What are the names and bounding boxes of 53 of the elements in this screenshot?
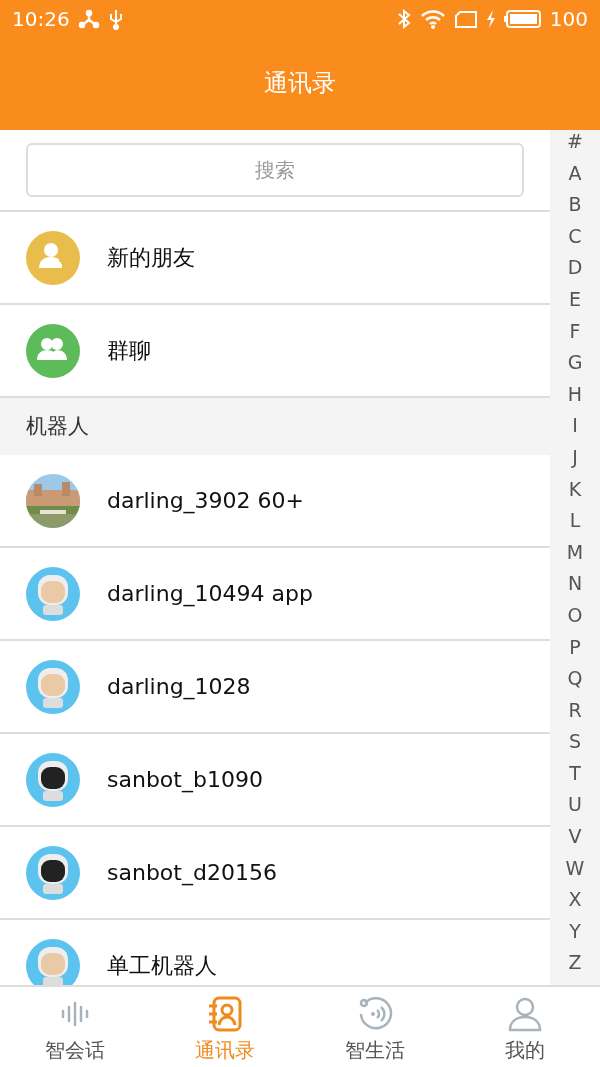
index-letter[interactable]: Z <box>568 951 582 984</box>
robot-name[interactable]: sanbot_d20156 <box>107 856 277 889</box>
battery-icon <box>503 9 542 29</box>
status-time: 10:26 <box>12 6 70 33</box>
index-letter[interactable]: F <box>569 319 581 352</box>
index-letter[interactable]: G <box>567 351 583 383</box>
page-title: 通讯录 <box>264 69 336 97</box>
index-letter[interactable]: V <box>568 825 582 857</box>
new-friend-icon <box>26 230 80 285</box>
index-letter[interactable]: J <box>572 445 578 478</box>
index-letter[interactable]: N <box>567 572 583 604</box>
index-letter[interactable]: W <box>565 856 585 889</box>
index-letter[interactable]: Q <box>567 667 583 699</box>
index-letter[interactable]: X <box>568 888 582 920</box>
index-letter[interactable]: M <box>566 540 584 573</box>
charging-icon <box>485 9 496 29</box>
alphabet-index-bar[interactable]: # A B C D E F G H I J K L M N O P Q R S T U V W X Y Z <box>550 130 600 985</box>
index-letter[interactable]: L <box>569 509 581 541</box>
index-letter[interactable]: # <box>567 130 583 162</box>
robot-name[interactable]: darling_3902 60+ <box>107 484 305 517</box>
robot-name[interactable]: 单工机器人 <box>107 949 217 982</box>
index-letter[interactable]: U <box>568 793 582 826</box>
robot-avatar-icon <box>26 752 80 807</box>
wifi-icon <box>419 8 446 30</box>
section-header: 机器人 <box>26 412 89 440</box>
network-icon <box>77 9 100 29</box>
index-letter[interactable]: R <box>568 698 582 731</box>
contact-name[interactable]: 新的朋友 <box>107 241 195 274</box>
contact-name[interactable]: 群聊 <box>107 334 151 367</box>
index-letter[interactable]: A <box>568 161 582 194</box>
index-letter[interactable]: P <box>569 635 581 668</box>
search-field[interactable]: 搜索 <box>26 143 524 197</box>
index-letter[interactable]: O <box>567 603 583 636</box>
robot-name[interactable]: darling_1028 <box>107 670 251 703</box>
index-letter[interactable]: B <box>568 193 582 225</box>
group-icon <box>26 323 80 378</box>
index-letter[interactable]: D <box>567 256 583 288</box>
index-letter[interactable]: C <box>568 224 582 257</box>
robot-name[interactable]: sanbot_b1090 <box>107 763 263 796</box>
index-letter[interactable]: S <box>568 730 582 762</box>
index-letter[interactable]: H <box>567 382 583 415</box>
index-letter[interactable]: E <box>569 287 581 320</box>
battery-level: 100 <box>549 6 588 33</box>
robot-avatar-icon <box>26 566 80 621</box>
usb-icon <box>107 8 124 30</box>
robot-avatar-icon <box>26 659 80 714</box>
index-letter[interactable]: Y <box>569 919 581 952</box>
index-letter[interactable]: T <box>569 761 581 794</box>
index-letter[interactable]: I <box>572 414 578 446</box>
robot-avatar-icon <box>26 845 80 900</box>
robot-name[interactable]: darling_10494 app <box>107 577 313 610</box>
sim-card-icon <box>453 9 478 29</box>
index-letter[interactable]: K <box>568 477 582 510</box>
